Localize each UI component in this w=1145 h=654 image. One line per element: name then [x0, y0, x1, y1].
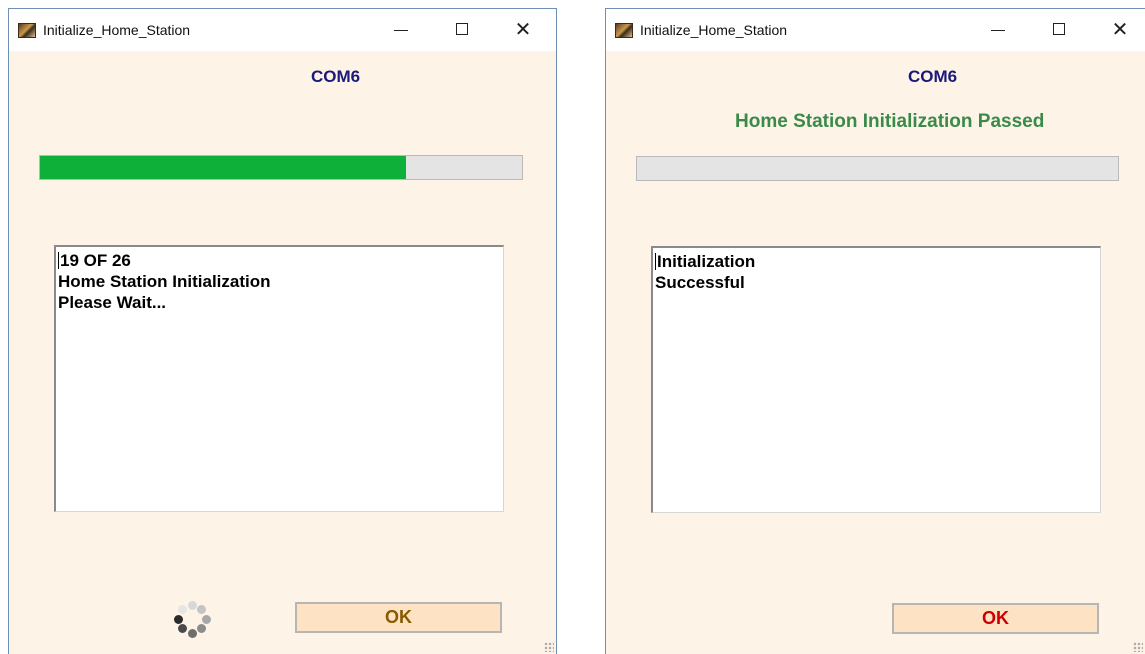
spinner-dot [197, 624, 207, 634]
app-icon [615, 23, 633, 38]
progress-bar [636, 156, 1119, 181]
initialize-window-in-progress: Initialize_Home_Station ✕ COM6 19 OF 26 … [8, 8, 557, 654]
close-icon[interactable]: ✕ [1109, 18, 1131, 40]
spinner-dot [201, 614, 211, 624]
window-title: Initialize_Home_Station [43, 22, 191, 38]
log-listbox[interactable]: 19 OF 26 Home Station Initialization Ple… [54, 245, 504, 512]
spinner-dot [173, 614, 183, 624]
progress-bar [39, 155, 523, 180]
minimize-icon[interactable] [390, 18, 412, 40]
app-icon [18, 23, 36, 38]
spinner-dot [187, 628, 197, 638]
log-line: Home Station Initialization [58, 272, 271, 291]
resize-grip[interactable] [544, 642, 554, 652]
ok-button[interactable]: OK [295, 602, 502, 633]
progress-fill [40, 156, 407, 179]
maximize-icon[interactable] [1049, 18, 1071, 40]
spinner-dot [187, 600, 197, 610]
ok-button[interactable]: OK [892, 603, 1099, 634]
title-bar[interactable]: Initialize_Home_Station ✕ [9, 9, 556, 51]
log-line: Please Wait... [58, 293, 167, 312]
spinner-dot [177, 604, 187, 614]
maximize-icon[interactable] [452, 18, 474, 40]
port-label: COM6 [311, 67, 361, 86]
log-line: 19 OF 26 [58, 251, 131, 270]
initialize-window-passed: Initialize_Home_Station ✕ COM6 Home Stat… [605, 8, 1145, 654]
loading-spinner-icon [170, 597, 214, 641]
spinner-dot [177, 624, 187, 634]
resize-grip[interactable] [1133, 642, 1143, 652]
log-listbox[interactable]: Initialization Successful [651, 246, 1101, 513]
close-icon[interactable]: ✕ [512, 18, 534, 40]
title-bar[interactable]: Initialize_Home_Station ✕ [606, 9, 1145, 51]
minimize-icon[interactable] [987, 18, 1009, 40]
spinner-dot [197, 604, 207, 614]
port-label: COM6 [908, 67, 958, 86]
log-line: Initialization [655, 252, 756, 271]
window-title: Initialize_Home_Station [640, 22, 788, 38]
status-label: Home Station Initialization Passed [735, 111, 1045, 132]
log-line: Successful [655, 273, 745, 292]
